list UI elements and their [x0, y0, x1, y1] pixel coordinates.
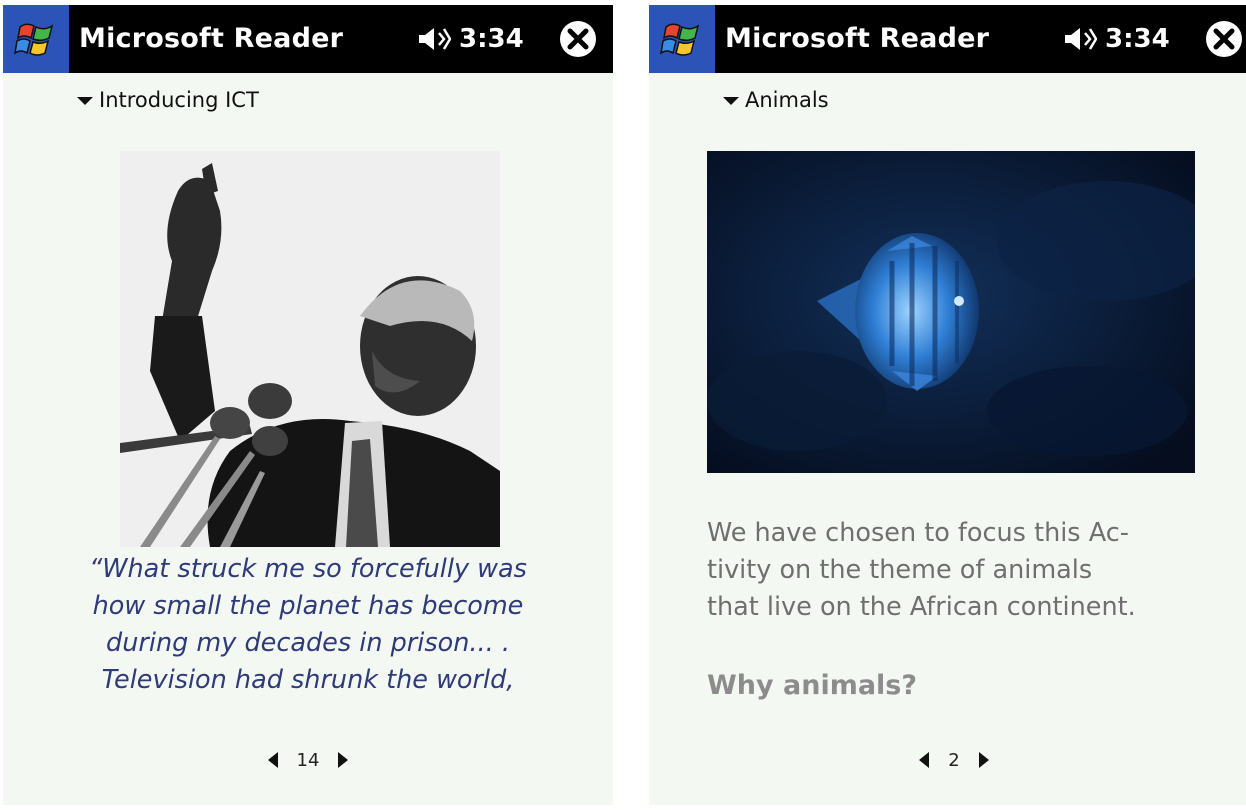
page-navigator: 2 [649, 745, 1246, 775]
start-button[interactable] [3, 5, 69, 73]
quote-line: Television had shrunk the world, [101, 665, 515, 695]
section-title: Introducing ICT [99, 88, 259, 112]
app-title: Microsoft Reader [725, 23, 990, 54]
section-dropdown[interactable]: Introducing ICT [77, 85, 259, 115]
windows-flag-icon [14, 23, 54, 56]
caret-down-icon [77, 97, 93, 105]
person-speaking-photo [120, 151, 500, 547]
close-icon[interactable] [1204, 19, 1244, 59]
clock[interactable]: 3:34 [459, 5, 524, 73]
section-subheading: Why animals? [707, 670, 918, 701]
close-icon[interactable] [558, 19, 598, 59]
quote-line: during my decades in prison... . [106, 628, 510, 658]
fish-underwater-photo [707, 151, 1195, 473]
reader-screen-left: Microsoft Reader 3:34 Introducing ICT “W… [3, 5, 613, 805]
title-bar: Microsoft Reader 3:34 [649, 5, 1246, 73]
title-bar: Microsoft Reader 3:34 [3, 5, 613, 73]
caret-down-icon [723, 97, 739, 105]
page-number: 14 [296, 749, 320, 771]
quote-line: “What struck me so forcefully was [89, 554, 527, 584]
speaker-volume-icon[interactable] [417, 25, 451, 53]
page-number: 2 [948, 749, 960, 771]
body-line: that live on the African continent. [707, 592, 1136, 622]
section-dropdown[interactable]: Animals [723, 85, 829, 115]
clock[interactable]: 3:34 [1105, 5, 1170, 73]
previous-page-icon[interactable] [267, 751, 279, 769]
next-page-icon[interactable] [978, 751, 990, 769]
body-line: tivity on the theme of animals [707, 555, 1093, 585]
previous-page-icon[interactable] [918, 751, 930, 769]
speaker-volume-icon[interactable] [1063, 25, 1097, 53]
quote-line: how small the planet has become [92, 591, 524, 621]
start-button[interactable] [649, 5, 715, 73]
quote-text: “What struck me so forcefully was how sm… [33, 551, 583, 699]
section-title: Animals [745, 88, 829, 112]
page-navigator: 14 [3, 745, 613, 775]
app-title: Microsoft Reader [79, 23, 344, 54]
windows-flag-icon [660, 23, 700, 56]
reader-screen-right: Microsoft Reader 3:34 Animals We have ch… [649, 5, 1246, 805]
next-page-icon[interactable] [337, 751, 349, 769]
body-line: We have chosen to focus this Ac- [707, 518, 1129, 548]
body-paragraph: We have chosen to focus this Ac- tivity … [707, 515, 1246, 626]
